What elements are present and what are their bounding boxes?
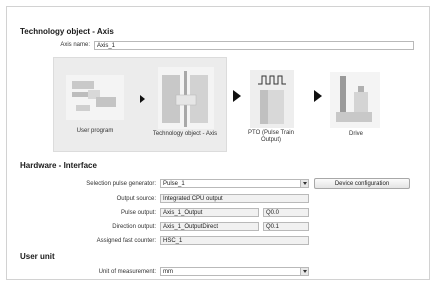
pulse-generator-label: Selection pulse generator: (86, 181, 156, 187)
tech-object-title: Technology object - Axis (20, 27, 114, 36)
user-unit-title: User unit (20, 252, 55, 261)
technology-object-icon (158, 67, 214, 129)
pulse-generator-value: Pulse_1 (163, 181, 185, 187)
axis-name-label: Axis name: (60, 42, 90, 48)
output-source-field: Integrated CPU output (160, 194, 309, 203)
unit-measurement-select[interactable]: mm (160, 267, 309, 276)
axis-name-input[interactable]: Axis_1 (94, 41, 414, 50)
drive-icon (330, 72, 380, 128)
hardware-interface-title: Hardware - Interface (20, 161, 97, 170)
unit-measurement-label: Unit of measurement: (98, 269, 156, 275)
direction-output-label: Direction output: (112, 224, 156, 230)
pulse-output-label: Pulse output: (120, 210, 156, 216)
fast-counter-label: Assigned fast counter: (96, 238, 156, 244)
pto-icon (250, 70, 294, 128)
technology-object-caption: Technology object - Axis (152, 131, 218, 137)
device-configuration-button[interactable]: Device configuration (314, 178, 410, 189)
user-program-icon (66, 75, 124, 120)
drive-caption: Drive (348, 131, 363, 137)
arrow-icon (233, 90, 241, 102)
user-program-caption: User program (76, 128, 114, 134)
arrow-icon (140, 95, 145, 103)
arrow-icon (314, 90, 322, 102)
direction-output-address: Q0.1 (263, 222, 309, 231)
output-source-label: Output source: (116, 196, 156, 202)
dropdown-arrow-icon[interactable] (300, 268, 308, 275)
fast-counter-field: HSC_1 (160, 236, 309, 245)
pulse-output-field: Axis_1_Output (160, 208, 259, 217)
pulse-generator-select[interactable]: Pulse_1 (160, 179, 309, 188)
direction-output-field: Axis_1_OutputDirect (160, 222, 259, 231)
dropdown-arrow-icon[interactable] (300, 180, 308, 187)
pto-caption: PTO (Pulse Train Output) (248, 130, 294, 143)
unit-measurement-value: mm (163, 269, 173, 275)
pulse-output-address: Q0.0 (263, 208, 309, 217)
